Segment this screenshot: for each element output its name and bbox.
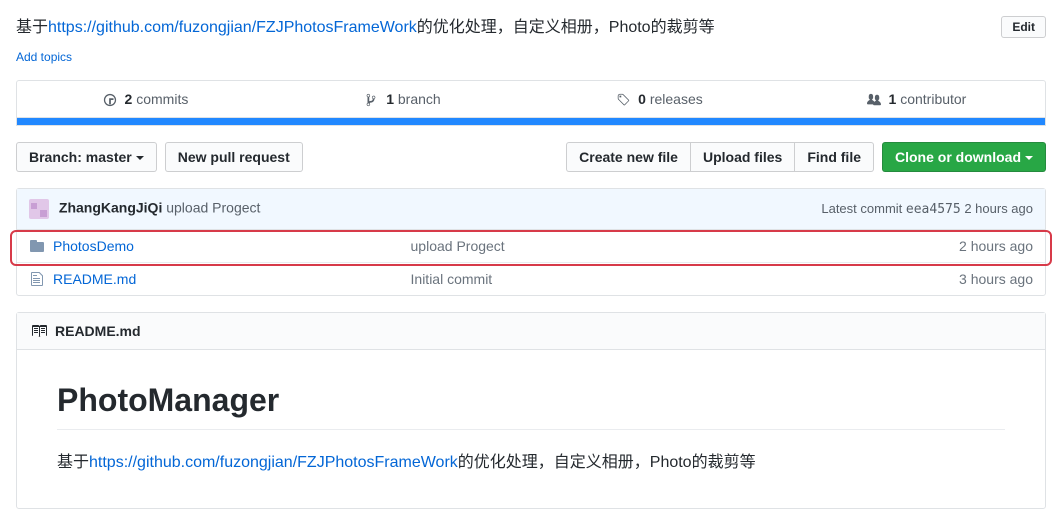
file-list-box: ZhangKangJiQi upload Progect Latest comm… <box>16 188 1046 296</box>
add-topics-link[interactable]: Add topics <box>16 50 72 64</box>
upload-files-button[interactable]: Upload files <box>690 142 795 172</box>
caret-down-icon <box>136 156 144 160</box>
repo-description: 基于https://github.com/fuzongjian/FZJPhoto… <box>16 16 715 40</box>
contributors-stat[interactable]: 1 contributor <box>788 81 1045 117</box>
clone-download-button[interactable]: Clone or download <box>882 142 1046 172</box>
commits-stat[interactable]: 2 commits <box>17 81 274 117</box>
file-time: 2 hours ago <box>959 238 1033 254</box>
branch-selector-button[interactable]: Branch: master <box>16 142 157 172</box>
file-link[interactable]: README.md <box>53 271 136 287</box>
commit-time: 2 hours ago <box>964 201 1033 216</box>
find-file-button[interactable]: Find file <box>794 142 874 172</box>
file-commit-message[interactable]: upload Progect <box>411 238 960 254</box>
file-link[interactable]: PhotosDemo <box>53 238 134 254</box>
branches-stat[interactable]: 1 branch <box>274 81 531 117</box>
file-time: 3 hours ago <box>959 271 1033 287</box>
tag-icon <box>616 93 630 107</box>
file-text-icon <box>29 271 45 287</box>
create-new-file-button[interactable]: Create new file <box>566 142 691 172</box>
readme-link[interactable]: https://github.com/fuzongjian/FZJPhotosF… <box>89 454 458 471</box>
table-row: PhotosDemo upload Progect 2 hours ago <box>17 230 1045 263</box>
table-row: README.md Initial commit 3 hours ago <box>17 263 1045 295</box>
commit-message[interactable]: upload Progect <box>166 200 260 216</box>
history-icon <box>103 93 117 107</box>
edit-description-button[interactable]: Edit <box>1001 16 1046 38</box>
folder-icon <box>29 238 45 254</box>
repo-stats-bar: 2 commits 1 branch 0 releases 1 contribu… <box>16 80 1046 118</box>
latest-commit-row: ZhangKangJiQi upload Progect Latest comm… <box>17 189 1045 230</box>
readme-paragraph: 基于https://github.com/fuzongjian/FZJPhoto… <box>57 450 1005 476</box>
commit-sha-link[interactable]: eea4575 <box>906 202 961 217</box>
description-link[interactable]: https://github.com/fuzongjian/FZJPhotosF… <box>48 19 417 36</box>
new-pull-request-button[interactable]: New pull request <box>165 142 303 172</box>
people-icon <box>867 93 881 107</box>
releases-stat[interactable]: 0 releases <box>531 81 788 117</box>
avatar[interactable] <box>29 199 49 219</box>
book-icon <box>31 323 47 339</box>
readme-title: PhotoManager <box>57 382 1005 430</box>
caret-down-icon <box>1025 156 1033 160</box>
file-commit-message[interactable]: Initial commit <box>411 271 960 287</box>
branch-icon <box>364 93 378 107</box>
commit-author[interactable]: ZhangKangJiQi <box>59 200 162 216</box>
readme-header: README.md <box>17 313 1045 350</box>
language-bar[interactable] <box>16 118 1046 126</box>
readme-box: README.md PhotoManager 基于https://github.… <box>16 312 1046 509</box>
